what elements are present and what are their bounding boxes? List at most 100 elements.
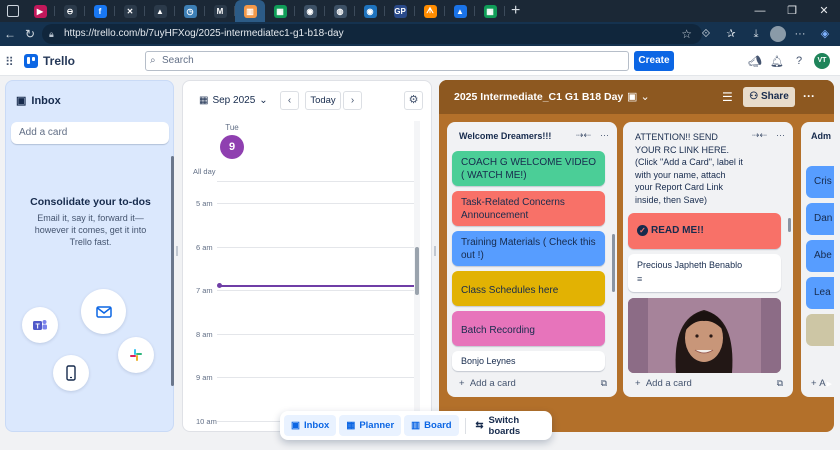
copilot-icon[interactable]: ◈ (814, 24, 836, 44)
add-card-label: Add a card (645, 378, 692, 389)
list-scrollbar[interactable] (788, 218, 791, 232)
switch-boards-label: Switch boards (488, 414, 521, 437)
browser-tab[interactable]: ⊖ (55, 0, 85, 22)
card-cover-image[interactable] (628, 298, 781, 373)
list-title[interactable]: Adm (811, 131, 831, 141)
browser-tab[interactable]: ◷ (175, 0, 205, 22)
planner-scrollbar[interactable] (415, 247, 419, 295)
board-view-switcher[interactable]: ▣ ⌄ (627, 90, 650, 103)
refresh-icon[interactable]: ↻ (20, 27, 40, 41)
list-menu-icon[interactable]: ··· (600, 130, 609, 141)
card-read-me[interactable]: ✓ READ ME!! (628, 213, 781, 249)
back-icon[interactable]: ← (0, 27, 20, 41)
help-icon[interactable]: ? (792, 55, 806, 67)
trello-logo[interactable]: Trello (24, 54, 75, 68)
browser-tab[interactable]: ▦ (265, 0, 295, 22)
collapse-list-icon[interactable]: ⇢⇠ (576, 130, 591, 141)
tab-actions-icon[interactable] (7, 5, 19, 17)
collapse-list-icon[interactable]: ⇢⇠ (752, 130, 767, 141)
browser-tab[interactable]: ▲ (145, 0, 175, 22)
card-partial[interactable]: Dan (806, 203, 834, 235)
planner-toggle-button[interactable]: ▦ Planner (339, 415, 402, 436)
email-icon (81, 289, 126, 334)
share-button[interactable]: ⚇ Share (743, 87, 795, 107)
close-window-icon[interactable]: ✕ (808, 0, 840, 22)
extensions-icon[interactable]: ⟐ (695, 24, 717, 44)
browser-tab[interactable]: ◉ (295, 0, 325, 22)
minimize-icon[interactable]: — (744, 0, 776, 22)
list-title[interactable]: ATTENTION!! SEND YOUR RC LINK HERE. (Cli… (635, 131, 745, 206)
card-precious[interactable]: Precious Japheth Benablo ≡ (628, 254, 781, 292)
url-field[interactable]: 🔒︎ https://trello.com/b/7uyHFXog/2025-in… (42, 24, 702, 44)
card-partial[interactable]: Cris (806, 166, 834, 198)
feedback-icon[interactable]: 📣︎ (748, 55, 762, 68)
board-card[interactable]: Batch Recording (452, 311, 605, 346)
all-day-divider (217, 181, 417, 182)
board-icon: ▥ (411, 420, 421, 431)
board-toggle-button[interactable]: ▥ Board (404, 415, 459, 436)
browser-tab[interactable]: ▶ (25, 0, 55, 22)
add-card-button[interactable]: + Add a card (635, 378, 692, 389)
card-partial[interactable]: Abe (806, 240, 834, 272)
list-title[interactable]: Welcome Dreamers!!! (459, 131, 551, 141)
switch-boards-button[interactable]: ⇆ Switch boards (472, 415, 552, 437)
card-partial[interactable]: Lea (806, 277, 834, 309)
previous-week-button[interactable]: ‹ (280, 91, 299, 110)
board-title[interactable]: 2025 Intermediate_C1 G1 B18 Day (454, 91, 623, 103)
board-menu-icon[interactable]: ··· (803, 89, 815, 103)
board-card[interactable]: Class Schedules here (452, 271, 605, 306)
card-template-icon[interactable]: ⧉ (601, 378, 607, 389)
create-button[interactable]: Create (634, 51, 674, 71)
browser-tab[interactable]: ✕ (115, 0, 145, 22)
board-card[interactable]: Training Materials ( Check this out !) (452, 231, 605, 266)
browser-tab[interactable]: ◉ (355, 0, 385, 22)
maximize-icon[interactable]: ❐ (776, 0, 808, 22)
browser-tab[interactable]: ᗑ (415, 0, 445, 22)
resize-handle[interactable] (176, 246, 178, 256)
planner-settings-icon[interactable]: ⚙ (404, 91, 423, 110)
month-selector[interactable]: ▦ Sep 2025 ⌄ (199, 95, 268, 106)
search-input[interactable]: ⌕ Search (145, 51, 629, 71)
browser-tab[interactable]: GP (385, 0, 415, 22)
browser-tab[interactable]: ▥ (235, 0, 265, 22)
app-switcher-icon[interactable]: ⠿ (5, 55, 14, 69)
browser-tab[interactable]: ◍ (325, 0, 355, 22)
inbox-add-card-input[interactable]: Add a card (11, 122, 169, 144)
list-scrollbar[interactable] (612, 234, 615, 292)
board-card[interactable]: COACH G WELCOME VIDEO ( WATCH ME!) (452, 151, 605, 186)
board-card[interactable]: Bonjo Leynes (452, 351, 605, 371)
favorites-icon[interactable]: ✰ (720, 24, 742, 44)
resize-handle[interactable] (434, 246, 436, 256)
description-icon: ≡ (637, 274, 643, 284)
next-week-button[interactable]: › (343, 91, 362, 110)
browser-tab[interactable]: ▦ (475, 0, 505, 22)
browser-profile-avatar[interactable] (770, 26, 786, 42)
filter-icon[interactable]: ☰ (722, 90, 733, 104)
new-tab-icon[interactable]: + (511, 2, 520, 20)
favorite-star-icon[interactable]: ☆ (681, 24, 692, 44)
add-card-button[interactable]: + Add a card (459, 378, 516, 389)
browser-tab[interactable]: ▲ (445, 0, 475, 22)
inbox-toggle-button[interactable]: ▣ Inbox (284, 415, 337, 436)
card-template-icon[interactable]: ⧉ (777, 378, 783, 389)
planner-toggle-label: Planner (359, 420, 395, 431)
day-number[interactable]: 9 (220, 135, 244, 159)
inbox-scrollbar[interactable] (171, 156, 174, 386)
add-card-button[interactable]: + A (811, 378, 826, 389)
list-menu-icon[interactable]: ··· (776, 130, 785, 141)
browser-tab[interactable]: M (205, 0, 235, 22)
user-avatar[interactable]: VT (814, 53, 830, 69)
notifications-icon[interactable]: 🔔︎ (770, 55, 784, 68)
board-scroll-arrow-icon[interactable]: ▶ (827, 380, 832, 388)
card-partial-cover[interactable] (806, 314, 834, 346)
trello-logo-text: Trello (43, 54, 76, 68)
board-card[interactable]: Task-Related Concerns Announcement (452, 191, 605, 226)
download-icon[interactable]: ⤓ (745, 24, 767, 44)
site-info-icon[interactable]: 🔒︎ (49, 24, 54, 44)
card-title: Cris (814, 176, 832, 187)
hour-label: 6 am (196, 242, 213, 252)
today-button[interactable]: Today (305, 91, 341, 110)
slack-icon (118, 337, 154, 373)
browser-menu-icon[interactable]: ··· (789, 24, 811, 44)
browser-tab[interactable]: f (85, 0, 115, 22)
